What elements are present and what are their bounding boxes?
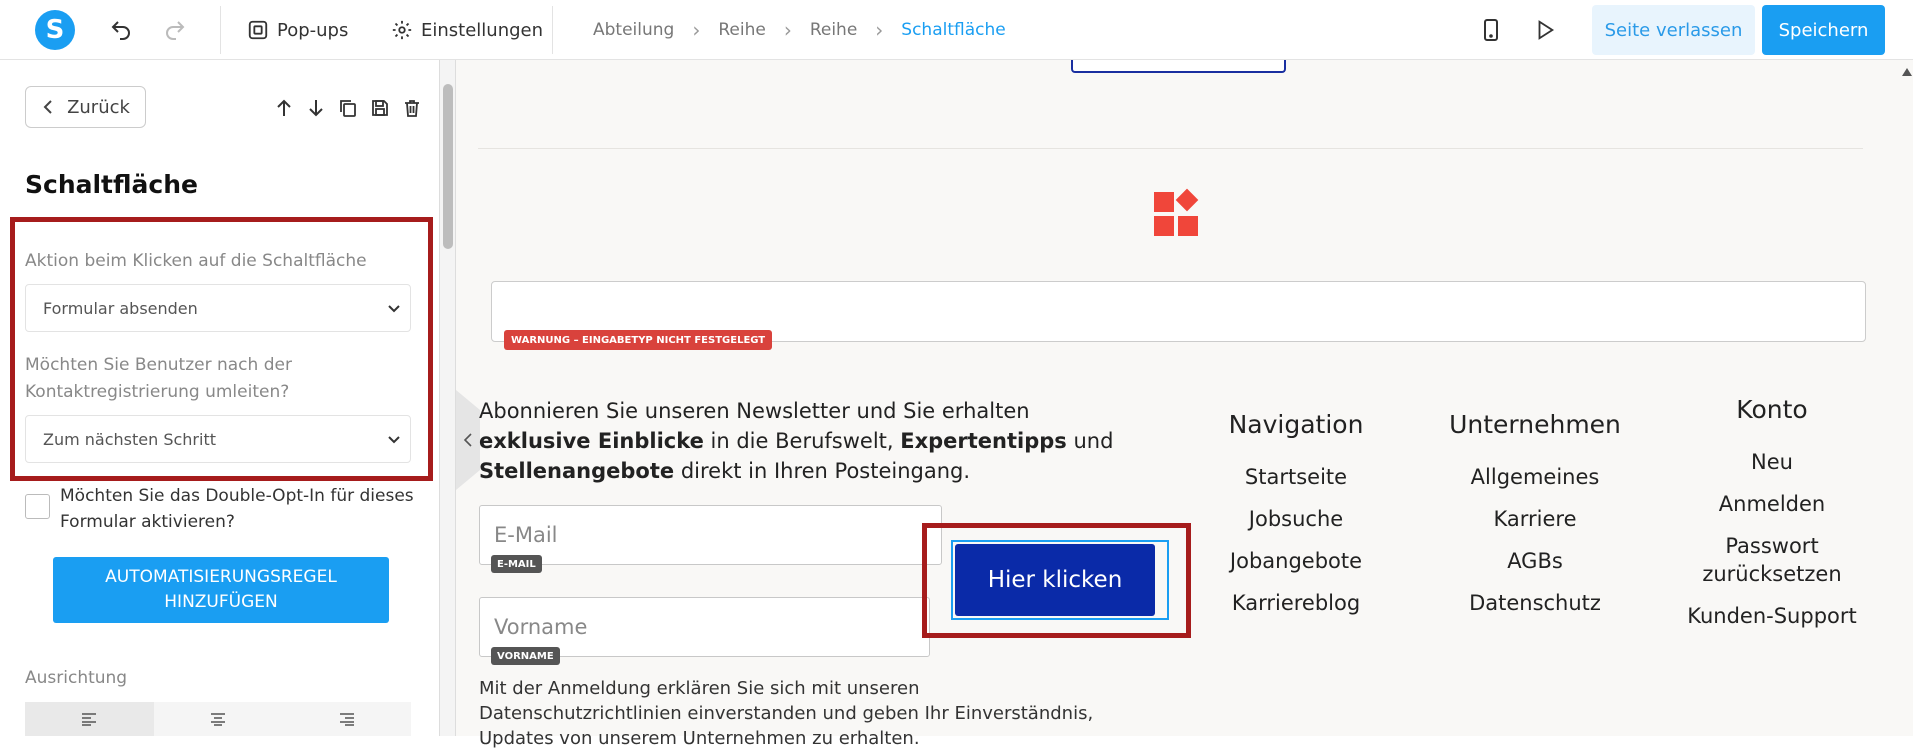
align-left-button[interactable] <box>25 702 154 736</box>
move-up-icon[interactable] <box>272 96 296 120</box>
leave-page-button[interactable]: Seite verlassen <box>1592 5 1755 55</box>
settings-button[interactable]: Einstellungen <box>391 16 543 44</box>
gear-icon <box>392 20 412 40</box>
align-right-icon <box>339 713 354 726</box>
footer-link-anmelden[interactable]: Anmelden <box>1680 490 1864 518</box>
footer-link-jobsuche[interactable]: Jobsuche <box>1216 505 1376 533</box>
footer-column-title: Unternehmen <box>1449 410 1621 439</box>
footer-link-agbs[interactable]: AGBs <box>1440 547 1630 575</box>
brand-logo-icon <box>1154 188 1199 236</box>
footer-link-datenschutz[interactable]: Datenschutz <box>1440 589 1630 617</box>
footer-link-passwort[interactable]: Passwort zurücksetzen <box>1680 532 1864 588</box>
newsletter-text-part: Abonnieren Sie unseren Newsletter und Si… <box>479 399 1030 423</box>
email-placeholder: E-Mail <box>494 523 558 547</box>
chevron-left-icon <box>43 100 52 114</box>
highlight-box-button <box>922 523 1191 638</box>
back-label: Zurück <box>67 96 130 118</box>
footer-column-unternehmen: Unternehmen Allgemeines Karriere AGBs Da… <box>1440 410 1630 631</box>
footer-link-karriere[interactable]: Karriere <box>1440 505 1630 533</box>
align-left-icon <box>82 713 97 726</box>
breadcrumb-item-schaltflaeche[interactable]: Schaltfläche <box>901 20 1005 40</box>
privacy-text: Mit der Anmeldung erklären Sie sich mit … <box>479 678 1094 749</box>
breadcrumb-item-reihe[interactable]: Reihe <box>718 20 765 40</box>
save-button[interactable]: Speichern <box>1762 5 1885 55</box>
popups-button[interactable]: Pop-ups <box>247 16 348 44</box>
previous-element-box[interactable] <box>1071 60 1286 73</box>
popup-icon <box>248 20 268 40</box>
app-logo[interactable]: S <box>35 10 75 50</box>
footer-column-title: Konto <box>1736 395 1808 424</box>
newsletter-text: Abonnieren Sie unseren Newsletter und Si… <box>479 396 1129 486</box>
footer-link-allgemeines[interactable]: Allgemeines <box>1440 463 1630 491</box>
newsletter-text-part: und <box>1066 429 1114 453</box>
align-center-button[interactable] <box>154 702 283 736</box>
warning-badge: WARNUNG – EINGABETYP NICHT FESTGELEGT <box>504 330 773 350</box>
panel-title: Schaltfläche <box>25 170 198 199</box>
footer-column-title: Navigation <box>1228 410 1364 439</box>
double-optin-label: Möchten Sie das Double-Opt-In für dieses… <box>60 486 414 532</box>
save-element-icon[interactable] <box>368 96 392 120</box>
section-divider <box>478 148 1863 149</box>
newsletter-text-bold: exklusive Einblicke <box>479 429 704 453</box>
align-center-icon <box>211 713 225 726</box>
settings-label: Einstellungen <box>421 19 544 41</box>
undo-icon[interactable] <box>108 17 134 43</box>
chevron-right-icon: › <box>692 18 701 42</box>
top-toolbar: S Pop-ups Einstellungen Abteilung › Reih… <box>0 0 1913 60</box>
move-down-icon[interactable] <box>304 96 328 120</box>
breadcrumb-item-reihe-2[interactable]: Reihe <box>810 20 857 40</box>
chevron-right-icon: › <box>875 18 884 42</box>
breadcrumb-item-abteilung[interactable]: Abteilung <box>593 20 674 40</box>
email-field[interactable]: E-Mail <box>479 505 942 565</box>
popups-label: Pop-ups <box>277 19 349 41</box>
toolbar-divider <box>220 6 221 54</box>
firstname-field-badge: VORNAME <box>491 647 560 665</box>
footer-column-konto: Konto Neu Anmelden Passwort zurücksetzen… <box>1680 395 1864 644</box>
highlight-box-settings <box>10 217 433 481</box>
mobile-preview-icon[interactable] <box>1478 17 1504 43</box>
redo-icon[interactable] <box>162 17 188 43</box>
newsletter-text-bold: Stellenangebote <box>479 459 675 483</box>
footer-link-startseite[interactable]: Startseite <box>1216 463 1376 491</box>
alignment-label: Ausrichtung <box>25 668 128 688</box>
alignment-group <box>25 702 411 736</box>
email-field-badge: E-MAIL <box>491 555 542 573</box>
element-tools <box>272 96 424 120</box>
footer-link-jobangebote[interactable]: Jobangebote <box>1216 547 1376 575</box>
back-button[interactable]: Zurück <box>25 86 146 128</box>
footer-column-navigation: Navigation Startseite Jobsuche Jobangebo… <box>1216 410 1376 631</box>
trash-icon[interactable] <box>400 96 424 120</box>
newsletter-text-part: in die Berufswelt, <box>703 429 901 453</box>
chevron-left-icon <box>463 433 472 447</box>
play-preview-icon[interactable] <box>1532 17 1558 43</box>
duplicate-icon[interactable] <box>336 96 360 120</box>
newsletter-text-bold: Expertentipps <box>900 429 1067 453</box>
footer-link-neu[interactable]: Neu <box>1680 448 1864 476</box>
double-optin-checkbox[interactable] <box>25 494 50 519</box>
breadcrumb: Abteilung › Reihe › Reihe › Schaltfläche <box>593 18 1006 42</box>
toolbar-divider <box>552 6 553 54</box>
firstname-placeholder: Vorname <box>494 615 588 639</box>
footer-link-kunden-support[interactable]: Kunden-Support <box>1680 602 1864 630</box>
chevron-right-icon: › <box>783 18 792 42</box>
footer-link-karriereblog[interactable]: Karriereblog <box>1216 589 1376 617</box>
canvas-scroll-up-icon[interactable] <box>1902 68 1912 76</box>
newsletter-text-part: direkt in Ihren Posteingang. <box>674 459 971 483</box>
sidebar-scrollbar-thumb[interactable] <box>443 84 453 249</box>
align-right-button[interactable] <box>282 702 411 736</box>
add-automation-rule-button[interactable]: AUTOMATISIERUNGSREGEL HINZUFÜGEN <box>53 557 389 623</box>
